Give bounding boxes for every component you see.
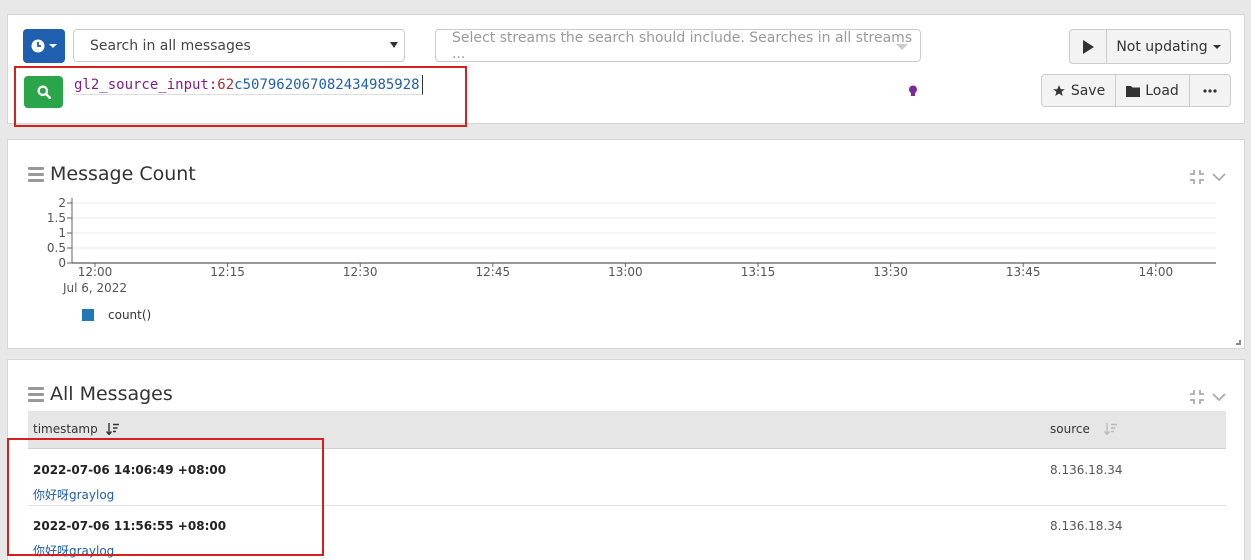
more-actions-button[interactable] [1190, 75, 1230, 106]
sort-desc-icon[interactable] [105, 423, 119, 435]
folder-icon [1126, 85, 1141, 97]
time-range-select-value: Search in all messages [90, 37, 251, 54]
time-range-select[interactable]: Search in all messages [73, 29, 405, 62]
widget-controls [1188, 388, 1226, 406]
play-button[interactable] [1070, 30, 1107, 63]
column-label: source [1050, 422, 1090, 436]
widget-title: All Messages [50, 383, 173, 405]
sort-icon[interactable] [1103, 423, 1117, 435]
chevron-down-icon [390, 42, 398, 48]
refresh-interval-label: Not updating [1116, 38, 1208, 55]
streams-select-placeholder: Select streams the search should include… [452, 29, 913, 62]
ellipsis-icon [1203, 88, 1217, 93]
refresh-interval-dropdown[interactable]: Not updating [1107, 30, 1230, 63]
drag-handle-icon[interactable] [28, 386, 44, 402]
x-tick-label: 13:45 [1006, 265, 1041, 279]
streams-select[interactable]: Select streams the search should include… [435, 29, 921, 62]
x-tick-label: 13:00 [608, 265, 643, 279]
y-tick-label: 1.5 [47, 211, 66, 225]
x-tick-label: 12:00 [78, 265, 113, 279]
resize-handle[interactable] [1236, 340, 1241, 345]
y-tick-label: 2 [58, 196, 66, 210]
x-tick-label: 13:15 [741, 265, 776, 279]
clock-icon [31, 39, 45, 53]
x-tick-label: 14:00 [1139, 265, 1174, 279]
save-button-label: Save [1070, 82, 1106, 99]
message-count-widget: Message Count 2 1.5 1 0.5 0 12:00 12:15 12:30 12… [7, 139, 1245, 349]
column-header-source[interactable]: source [1050, 422, 1117, 436]
chart-legend: count() [82, 308, 151, 322]
message-count-chart: 21.510.50 12:00 12:15 12:30 12:45 13:00 13:15 1… [47, 196, 1216, 295]
annotation-highlight-query [14, 66, 467, 127]
caret-down-icon [1212, 44, 1221, 49]
y-tick-label: 0.5 [47, 241, 66, 255]
legend-label: count() [108, 308, 152, 322]
search-actions: Save Load [1041, 74, 1231, 107]
x-tick-label: 13:30 [873, 265, 908, 279]
x-tick-label: 12:45 [476, 265, 511, 279]
x-date-label: Jul 6, 2022 [62, 281, 127, 295]
star-icon [1052, 84, 1065, 96]
load-button[interactable]: Load [1116, 75, 1190, 106]
column-label: timestamp [33, 422, 98, 436]
time-range-type-button[interactable] [23, 29, 65, 63]
lightbulb-icon[interactable] [908, 85, 918, 98]
refresh-controls: Not updating [1069, 29, 1231, 64]
legend-swatch [82, 309, 94, 321]
chevron-down-icon[interactable] [1212, 392, 1226, 402]
x-tick-label: 12:30 [343, 265, 378, 279]
compress-icon[interactable] [1188, 388, 1206, 406]
y-tick-label: 0 [58, 256, 66, 270]
caret-down-icon [49, 44, 57, 48]
annotation-highlight-messages [7, 438, 324, 556]
load-button-label: Load [1145, 82, 1179, 99]
play-icon [1083, 39, 1094, 54]
message-source: 8.136.18.34 [1050, 519, 1123, 533]
save-button[interactable]: Save [1042, 75, 1116, 106]
y-tick-label: 1 [58, 226, 66, 240]
chevron-down-icon [896, 44, 908, 50]
message-source: 8.136.18.34 [1050, 463, 1123, 477]
widget-header: All Messages [28, 383, 173, 405]
x-tick-label: 12:15 [210, 265, 245, 279]
column-header-timestamp[interactable]: timestamp [33, 422, 119, 436]
